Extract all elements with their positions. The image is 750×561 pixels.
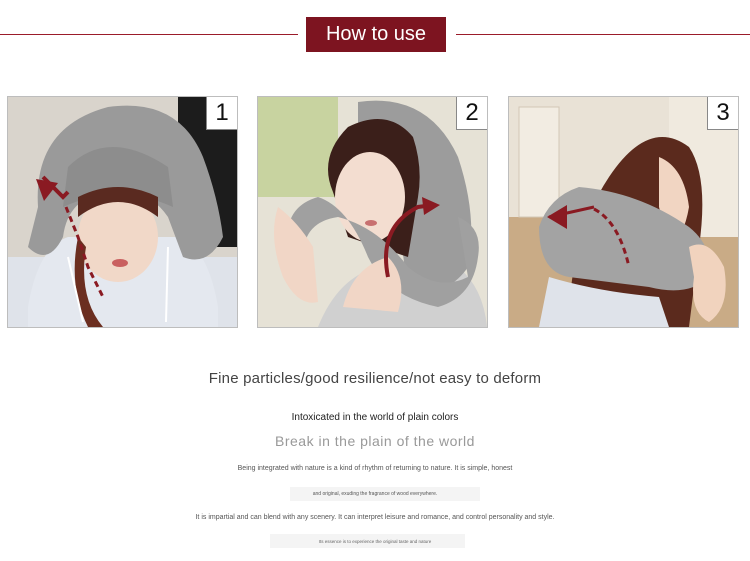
step-2-photo: 2 <box>257 96 488 328</box>
subtitle-secondary: Break in the plain of the world <box>275 433 475 449</box>
headline: Fine particles/good resilience/not easy … <box>208 370 542 387</box>
step-1-photo: 1 <box>7 96 238 328</box>
step-2-number: 2 <box>456 97 487 130</box>
paragraph-3: It is impartial and can blend with any s… <box>195 514 555 521</box>
step-3-number: 3 <box>707 97 738 130</box>
subtitle-primary: Intoxicated in the world of plain colors <box>291 412 459 423</box>
header-divider-right <box>456 34 750 35</box>
paragraph-1: Being integrated with nature is a kind o… <box>237 465 513 472</box>
paragraph-2: and original, exuding the fragrance of w… <box>312 491 438 497</box>
paragraph-4: Its essence is to experience the origina… <box>318 539 432 544</box>
step-1-number: 1 <box>206 97 237 130</box>
section-title: How to use <box>306 17 446 52</box>
header-divider-left <box>0 34 298 35</box>
step-3-photo: 3 <box>508 96 739 328</box>
